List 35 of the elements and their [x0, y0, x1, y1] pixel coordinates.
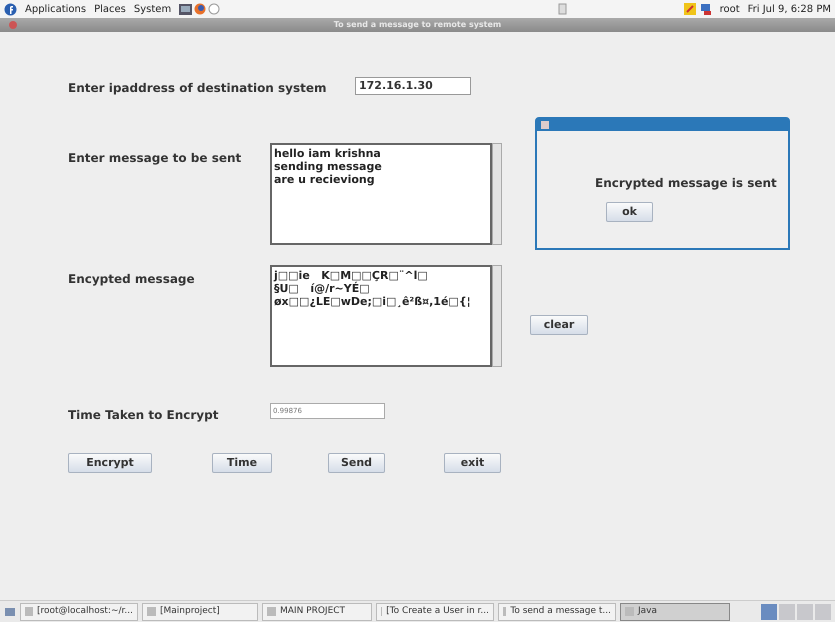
message-text-area[interactable]: hello iam krishna sending message are u recieviong	[270, 143, 492, 245]
browser-icon[interactable]	[194, 3, 206, 15]
field-label: Enter ipaddress of destination system	[68, 80, 327, 97]
taskbar-item[interactable]: To send a message t...	[498, 602, 616, 620]
taskbar-item[interactable]: [root@localhost:~/r...	[20, 602, 138, 620]
menu-item[interactable]: System	[134, 2, 172, 16]
action-button[interactable]: Encrypt	[68, 453, 152, 473]
scrollbar[interactable]	[492, 143, 502, 245]
taskbar-item[interactable]: Java	[620, 602, 730, 620]
dialog-message: Encrypted message is sent	[595, 175, 777, 192]
encrypted-text-area[interactable]: j□□ie K□M□□ÇR□¨^l□ §U□ í@/r~YÉ□ øx□□¿LE□wDe;□i□¸ê²ß¤,1é□{¦	[270, 265, 492, 367]
note-icon[interactable]	[684, 3, 696, 15]
menu-item[interactable]: Applications	[25, 2, 86, 16]
field-label: Time Taken to Encrypt	[68, 407, 218, 424]
computer-icon[interactable]	[700, 3, 712, 15]
scrollbar[interactable]	[492, 265, 502, 367]
workspace-switcher-icon[interactable]	[761, 604, 831, 620]
taskbar-item[interactable]: MAIN PROJECT	[262, 602, 372, 620]
menu-item[interactable]: Places	[94, 2, 126, 16]
action-button[interactable]: Time	[212, 453, 272, 473]
field-label: Enter message to be sent	[68, 150, 242, 167]
ip-address-field[interactable]: 172.16.1.30	[355, 77, 471, 95]
logo-icon[interactable]	[4, 2, 17, 16]
action-button[interactable]: Send	[328, 453, 385, 473]
clear-button[interactable]: clear	[530, 315, 588, 335]
field-label: Encypted message	[68, 271, 195, 288]
window-title: To send a message to remote system	[334, 19, 502, 31]
monitor-icon[interactable]	[179, 4, 192, 14]
show-desktop-icon[interactable]	[4, 606, 16, 618]
user-name: root	[720, 2, 740, 16]
clock[interactable]: Fri Jul 9, 6:28 PM	[748, 2, 831, 16]
taskbar-item[interactable]: [Mainproject]	[142, 602, 258, 620]
ok-button[interactable]: ok	[606, 202, 653, 222]
action-button[interactable]: exit	[444, 453, 501, 473]
taskbar-item[interactable]: [To Create a User in r...	[376, 602, 494, 620]
